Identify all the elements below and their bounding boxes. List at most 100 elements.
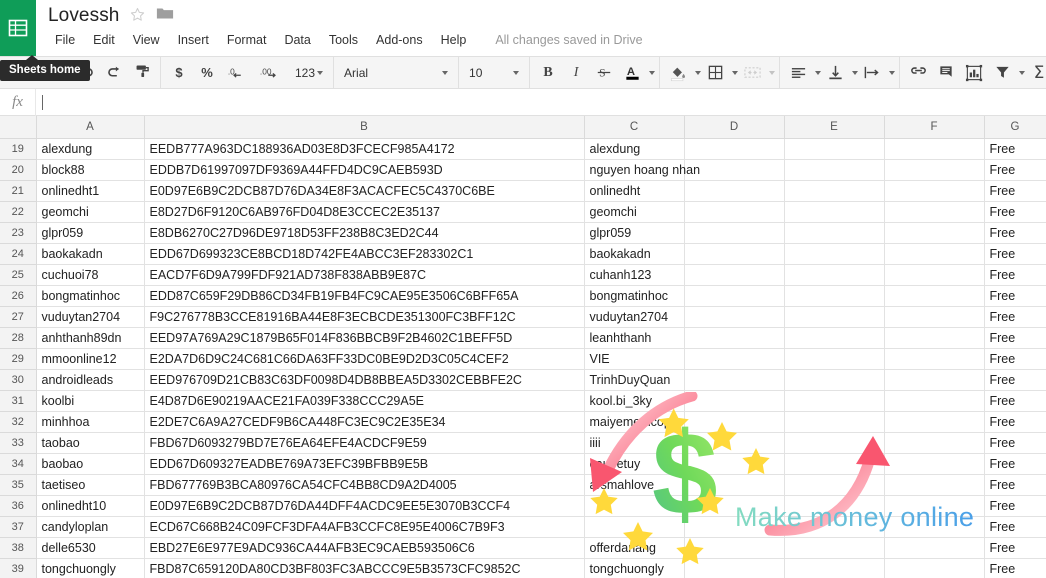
folder-icon[interactable] bbox=[156, 6, 174, 26]
cell-F37[interactable] bbox=[884, 516, 985, 538]
font-family-select[interactable]: Arial bbox=[338, 60, 454, 85]
row-header[interactable]: 19 bbox=[0, 137, 37, 160]
cell-E23[interactable] bbox=[784, 222, 885, 244]
row-header[interactable]: 30 bbox=[0, 368, 37, 391]
cell-E19[interactable] bbox=[784, 138, 885, 160]
cell-E32[interactable] bbox=[784, 411, 885, 433]
cell-G27[interactable]: Free bbox=[984, 306, 1046, 328]
cell-G31[interactable]: Free bbox=[984, 390, 1046, 412]
table-row[interactable]: 19 alexdung EEDB777A963DC188936AD03E8D3FCE… bbox=[0, 137, 1046, 160]
cell-G30[interactable]: Free bbox=[984, 369, 1046, 391]
cell-A31[interactable]: koolbi bbox=[36, 390, 145, 412]
cell-A20[interactable]: block88 bbox=[36, 159, 145, 181]
cell-A19[interactable]: alexdung bbox=[36, 138, 145, 160]
cell-D35[interactable] bbox=[684, 474, 785, 496]
table-row[interactable]: 23 glpr059 E8DB6270C27D96DE9718D53FF238B8C… bbox=[0, 221, 1046, 244]
cell-B32[interactable]: E2DE7C6A9A27CEDF9B6CA448FC3EC9C2E35E34 bbox=[144, 411, 585, 433]
menu-item-format[interactable]: Format bbox=[218, 30, 276, 50]
cell-D22[interactable] bbox=[684, 201, 785, 223]
cell-E24[interactable] bbox=[784, 243, 885, 265]
cell-C38[interactable]: offerdanang bbox=[584, 537, 685, 559]
cell-A22[interactable]: geomchi bbox=[36, 201, 145, 223]
cell-G32[interactable]: Free bbox=[984, 411, 1046, 433]
cell-G22[interactable]: Free bbox=[984, 201, 1046, 223]
cell-F29[interactable] bbox=[884, 348, 985, 370]
cell-C25[interactable]: cuhanh123 bbox=[584, 264, 685, 286]
menu-item-insert[interactable]: Insert bbox=[169, 30, 218, 50]
cell-D29[interactable] bbox=[684, 348, 785, 370]
cell-F38[interactable] bbox=[884, 537, 985, 559]
cell-C21[interactable]: onlinedht bbox=[584, 180, 685, 202]
cell-G21[interactable]: Free bbox=[984, 180, 1046, 202]
cell-E27[interactable] bbox=[784, 306, 885, 328]
table-row[interactable]: 21 onlinedht1 E0D97E6B9C2DCB87D76DA34E8F3A… bbox=[0, 179, 1046, 202]
cell-C22[interactable]: geomchi bbox=[584, 201, 685, 223]
cell-E22[interactable] bbox=[784, 201, 885, 223]
cell-G20[interactable]: Free bbox=[984, 159, 1046, 181]
cell-C23[interactable]: glpr059 bbox=[584, 222, 685, 244]
cell-E31[interactable] bbox=[784, 390, 885, 412]
column-header-a[interactable]: A bbox=[35, 116, 145, 139]
cell-D36[interactable] bbox=[684, 495, 785, 517]
cell-A39[interactable]: tongchuongly bbox=[36, 558, 145, 578]
horizontal-align-button[interactable] bbox=[785, 60, 811, 85]
cell-B35[interactable]: FBD677769B3BCA80976CA54CFC4BB8CD9A2D4005 bbox=[144, 474, 585, 496]
cell-B37[interactable]: ECD67C668B24C09FCF3DFA4AFB3CCFC8E95E4006… bbox=[144, 516, 585, 538]
cell-F33[interactable] bbox=[884, 432, 985, 454]
column-header-b[interactable]: B bbox=[143, 116, 585, 139]
table-row[interactable]: 22 geomchi E8D27D6F9120C6AB976FD04D8E3CCEC… bbox=[0, 200, 1046, 223]
table-row[interactable]: 31 koolbi E4D87D6E90219AACE21FA039F338CCC2… bbox=[0, 389, 1046, 412]
cell-A36[interactable]: onlinedht10 bbox=[36, 495, 145, 517]
cell-D38[interactable] bbox=[684, 537, 785, 559]
cell-F23[interactable] bbox=[884, 222, 985, 244]
chevron-down-icon[interactable] bbox=[695, 70, 702, 75]
cell-B24[interactable]: EDD67D699323CE8BCD18D742FE4ABCC3EF283302… bbox=[144, 243, 585, 265]
cell-C28[interactable]: leanhthanh bbox=[584, 327, 685, 349]
percent-button[interactable]: % bbox=[194, 60, 220, 85]
cell-F36[interactable] bbox=[884, 495, 985, 517]
cell-A32[interactable]: minhhoa bbox=[36, 411, 145, 433]
cell-A25[interactable]: cuchuoi78 bbox=[36, 264, 145, 286]
cell-G19[interactable]: Free bbox=[984, 138, 1046, 160]
table-row[interactable]: 26 bongmatinhoc EDD87C659F29DB86CD34FB19FB… bbox=[0, 284, 1046, 307]
cell-B21[interactable]: E0D97E6B9C2DCB87D76DA34E8F3ACACFEC5C4370… bbox=[144, 180, 585, 202]
cell-F32[interactable] bbox=[884, 411, 985, 433]
cell-F22[interactable] bbox=[884, 201, 985, 223]
cell-B38[interactable]: EBD27E6E977E9ADC936CA44AFB3EC9CAEB593506… bbox=[144, 537, 585, 559]
cell-F21[interactable] bbox=[884, 180, 985, 202]
font-size-select[interactable]: 10 bbox=[463, 60, 525, 85]
table-row[interactable]: 34 baobao EDD67D609327EADBE769A73EFC39BFBB… bbox=[0, 452, 1046, 475]
insert-chart-button[interactable] bbox=[961, 60, 987, 85]
cell-F24[interactable] bbox=[884, 243, 985, 265]
table-row[interactable]: 25 cuchuoi78 EACD7F6D9A799FDF921AD738F838A… bbox=[0, 263, 1046, 286]
text-wrap-button[interactable] bbox=[859, 60, 885, 85]
cell-D39[interactable] bbox=[684, 558, 785, 578]
spreadsheet-grid[interactable]: A B C D E F G 19 alexdung EEDB777A963DC188… bbox=[0, 116, 1046, 578]
cell-B36[interactable]: E0D97E6B9C2DCB87D76DA44DFF4ACDC9EE5E3070… bbox=[144, 495, 585, 517]
italic-button[interactable]: I bbox=[563, 60, 589, 85]
chevron-down-icon[interactable] bbox=[769, 70, 776, 75]
cell-D25[interactable] bbox=[684, 264, 785, 286]
fill-color-button[interactable] bbox=[665, 60, 691, 85]
cell-A34[interactable]: baobao bbox=[36, 453, 145, 475]
menu-item-data[interactable]: Data bbox=[275, 30, 319, 50]
text-color-button[interactable]: A bbox=[619, 60, 645, 85]
table-row[interactable]: 37 candyloplan ECD67C668B24C09FCF3DFA4AFB3… bbox=[0, 515, 1046, 538]
cell-A30[interactable]: androidleads bbox=[36, 369, 145, 391]
cell-F27[interactable] bbox=[884, 306, 985, 328]
formula-input[interactable] bbox=[36, 89, 1046, 116]
cell-B28[interactable]: EED97A769A29C1879B65F014F836BBCB9F2B4602… bbox=[144, 327, 585, 349]
cell-G33[interactable]: Free bbox=[984, 432, 1046, 454]
cell-F30[interactable] bbox=[884, 369, 985, 391]
cell-A37[interactable]: candyloplan bbox=[36, 516, 145, 538]
cell-E34[interactable] bbox=[784, 453, 885, 475]
cell-F34[interactable] bbox=[884, 453, 985, 475]
row-header[interactable]: 22 bbox=[0, 200, 37, 223]
cell-G28[interactable]: Free bbox=[984, 327, 1046, 349]
table-row[interactable]: 24 baokakadn EDD67D699323CE8BCD18D742FE4AB… bbox=[0, 242, 1046, 265]
cell-F35[interactable] bbox=[884, 474, 985, 496]
cell-D37[interactable] bbox=[684, 516, 785, 538]
row-header[interactable]: 23 bbox=[0, 221, 37, 244]
cell-B25[interactable]: EACD7F6D9A799FDF921AD738F838ABB9E87C bbox=[144, 264, 585, 286]
cell-G26[interactable]: Free bbox=[984, 285, 1046, 307]
